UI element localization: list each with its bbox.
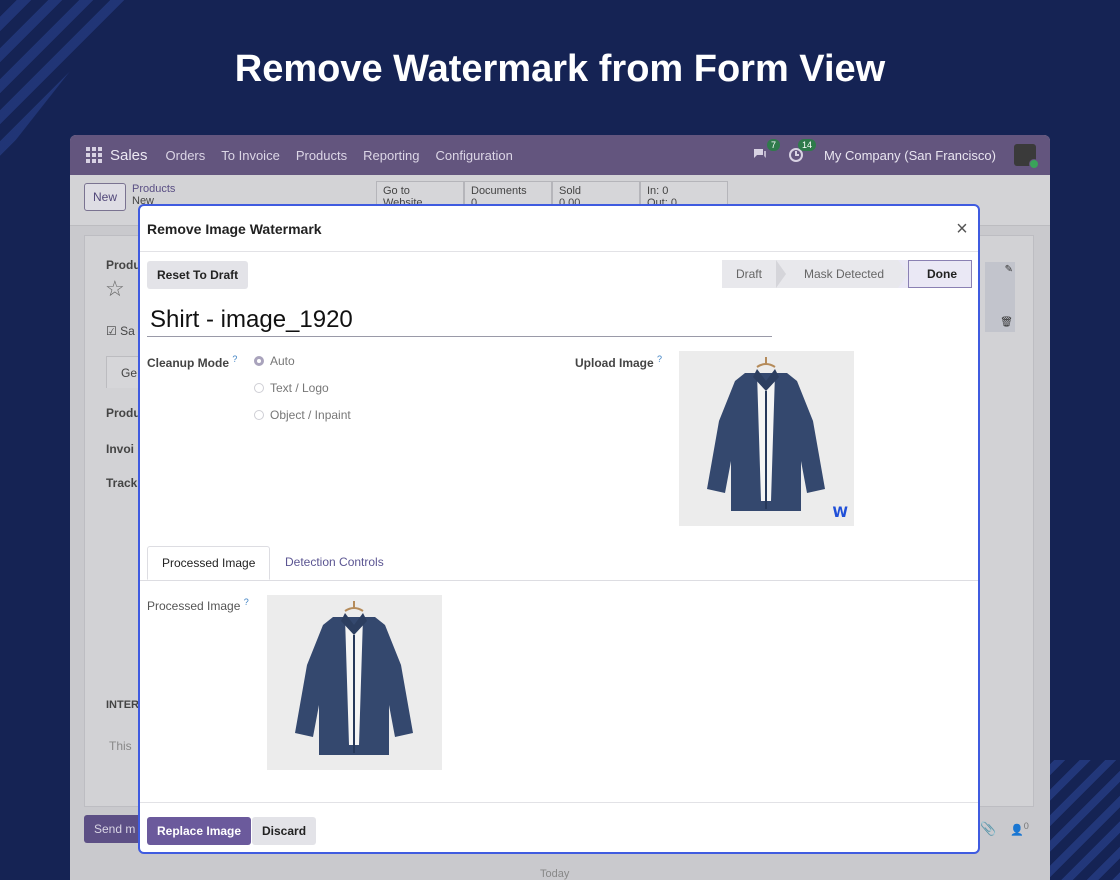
discard-button[interactable]: Discard xyxy=(252,817,317,845)
dialog-tabs: Processed Image Detection Controls xyxy=(140,546,978,581)
bg-row-1: Produ xyxy=(106,406,141,420)
upload-image-label: Upload Image ? xyxy=(575,354,663,370)
menu-configuration[interactable]: Configuration xyxy=(436,148,513,163)
status-row: Reset To Draft Draft Mask Detected Done xyxy=(140,252,978,300)
dialog-footer: Replace Image Discard xyxy=(140,802,978,852)
bg-product-label: Produ xyxy=(106,258,141,272)
new-button[interactable]: New xyxy=(84,183,127,211)
help-icon: ? xyxy=(243,597,249,607)
stage-mask-detected[interactable]: Mask Detected xyxy=(785,260,898,288)
menu-orders[interactable]: Orders xyxy=(166,148,206,163)
reset-to-draft-button[interactable]: Reset To Draft xyxy=(147,261,249,289)
favorite-star-icon[interactable]: ☆ xyxy=(105,276,125,302)
delete-image-icon[interactable]: 🗑 xyxy=(1000,317,1013,328)
help-icon: ? xyxy=(232,354,238,364)
app-brand[interactable]: Sales xyxy=(110,147,148,164)
help-icon: ? xyxy=(657,354,663,364)
followers-icon[interactable]: 👤0 xyxy=(1010,821,1029,837)
messages-icon[interactable]: 7 xyxy=(752,139,781,163)
bg-notes-placeholder: This xyxy=(109,739,132,753)
user-avatar[interactable] xyxy=(1014,144,1039,169)
activities-count-badge: 14 xyxy=(798,139,817,151)
activities-icon[interactable]: 14 xyxy=(788,139,817,163)
bg-row-2: Invoi xyxy=(106,442,135,456)
stage-done[interactable]: Done xyxy=(908,260,972,288)
shirt-image xyxy=(679,351,854,526)
radio-auto[interactable]: Auto xyxy=(254,354,295,368)
menu-products[interactable]: Products xyxy=(296,148,347,163)
stage-separator xyxy=(775,260,786,288)
close-icon[interactable]: × xyxy=(952,219,972,239)
upload-image-preview[interactable]: W xyxy=(679,351,854,526)
company-switcher[interactable]: My Company (San Francisco) xyxy=(824,148,996,163)
remove-watermark-dialog: Remove Image Watermark × Reset To Draft … xyxy=(138,204,980,854)
navbar-right: 7 14 My Company (San Francisco) xyxy=(752,139,1039,169)
edit-image-icon[interactable]: ✎ xyxy=(1005,264,1013,275)
radio-text-logo[interactable]: Text / Logo xyxy=(254,381,329,395)
shirt-image-clean xyxy=(267,595,442,770)
replace-image-button[interactable]: Replace Image xyxy=(147,817,252,845)
hero-title: Remove Watermark from Form View xyxy=(234,48,886,90)
radio-object-inpaint[interactable]: Object / Inpaint xyxy=(254,408,351,422)
top-navbar: Sales Orders To Invoice Products Reporti… xyxy=(70,135,1050,175)
processed-image-label: Processed Image ? xyxy=(147,597,249,613)
messages-count-badge: 7 xyxy=(767,139,781,151)
watermark-logo: W xyxy=(832,505,848,521)
dialog-title: Remove Image Watermark xyxy=(147,220,322,237)
breadcrumb-parent[interactable]: Products xyxy=(132,183,175,195)
tab-detection-controls[interactable]: Detection Controls xyxy=(271,546,398,580)
tab-processed-image[interactable]: Processed Image xyxy=(147,546,271,580)
status-bar: Draft Mask Detected Done xyxy=(721,260,972,288)
bg-internal-notes: INTER xyxy=(106,699,139,711)
processed-image-preview[interactable] xyxy=(267,595,442,770)
send-message-button[interactable]: Send m xyxy=(84,815,146,843)
cleanup-mode-label: Cleanup Mode ? xyxy=(147,354,238,370)
app-menu-icon[interactable] xyxy=(86,147,102,163)
menu-reporting[interactable]: Reporting xyxy=(363,148,419,163)
attachment-icon[interactable]: 📎 xyxy=(980,821,996,837)
stage-draft[interactable]: Draft xyxy=(721,260,776,288)
name-field[interactable]: Shirt - image_1920 xyxy=(147,306,772,337)
bg-row-3: Track xyxy=(106,476,138,490)
bg-product-image: ✎ 🗑 xyxy=(985,262,1015,332)
stage-separator xyxy=(898,260,908,288)
chatter-date-separator: Today xyxy=(540,868,570,880)
bg-sales-checkbox[interactable]: ☑ Sa xyxy=(106,324,135,338)
decorative-stripes-bottom-right xyxy=(1040,760,1120,880)
menu-to-invoice[interactable]: To Invoice xyxy=(221,148,280,163)
dialog-header: Remove Image Watermark × xyxy=(140,206,978,252)
